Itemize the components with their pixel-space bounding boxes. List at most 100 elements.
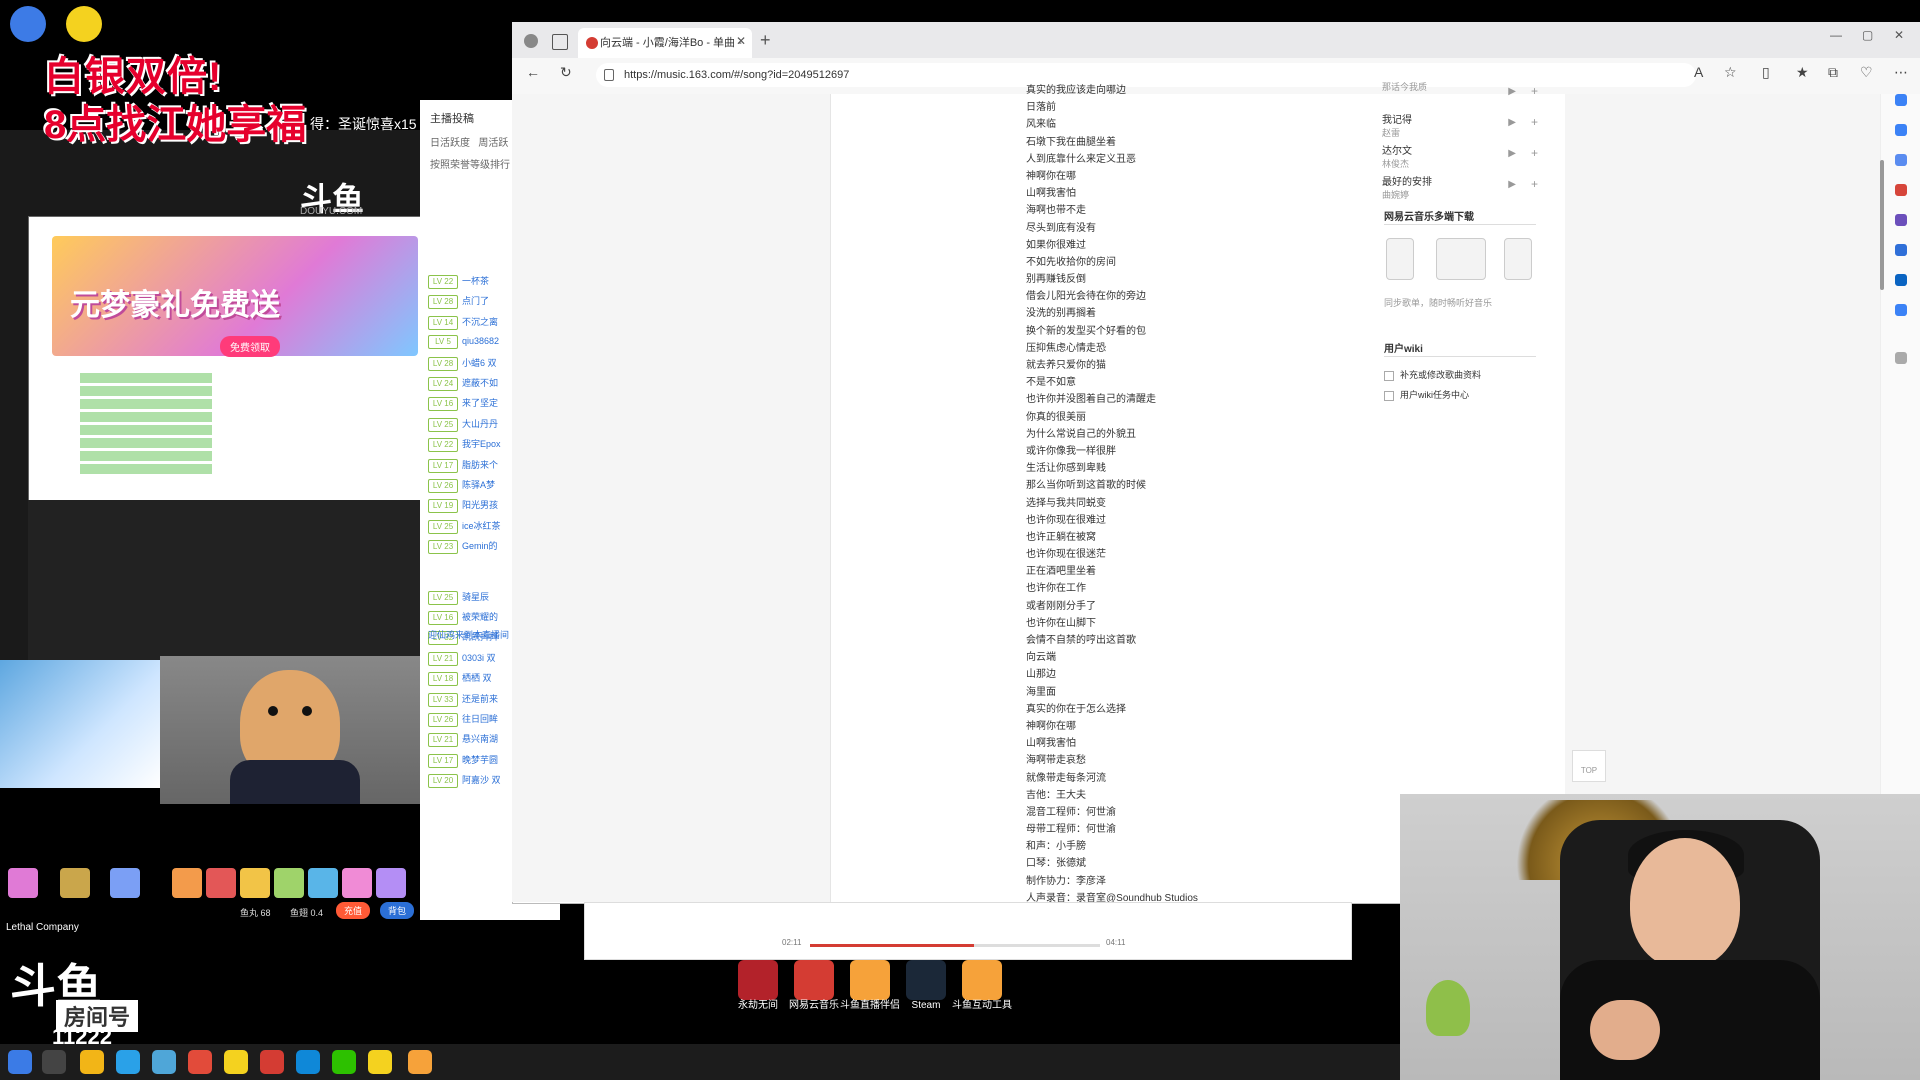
chat-username[interactable]: 脂肪来个 [462, 460, 498, 470]
taskbar-app-icon[interactable] [152, 1050, 176, 1074]
chat-username[interactable]: 遮蔽不如 [462, 378, 498, 388]
play-icon[interactable]: ▶ [1508, 179, 1516, 190]
play-icon[interactable]: ▶ [1508, 117, 1516, 128]
desktop-shortcut-icon[interactable] [906, 960, 946, 1000]
collections-icon[interactable]: ⧉ [1828, 64, 1838, 81]
bell-icon[interactable] [1895, 94, 1907, 106]
chat-username[interactable]: 不沉之离 [462, 317, 498, 327]
gift-icon[interactable] [172, 868, 202, 898]
similar-song-item[interactable]: 达尔文 林俊杰 ▶ + [1382, 142, 1538, 173]
desktop-shortcut-label[interactable]: 斗鱼互动工具 [949, 1000, 1015, 1012]
chat-username[interactable]: 往日回眸 [462, 714, 498, 724]
new-tab-icon[interactable]: + [760, 30, 771, 51]
add-icon[interactable]: + [1531, 115, 1538, 129]
wiki-task-center[interactable]: 用户wiki任务中心 [1384, 388, 1469, 401]
obs-icon[interactable] [224, 1050, 248, 1074]
chat-username[interactable]: 悬兴南湖 [462, 734, 498, 744]
chat-username[interactable]: 小蜡6 双 [462, 358, 497, 368]
chat-username[interactable]: 来了坚定 [462, 398, 498, 408]
backpack-button[interactable]: 背包 [380, 902, 415, 919]
tab-actions-icon[interactable] [552, 34, 568, 50]
wiki-edit-song[interactable]: 补充或修改歌曲资料 [1384, 368, 1481, 381]
add-icon[interactable]: + [1531, 177, 1538, 191]
wechat-icon[interactable] [332, 1050, 356, 1074]
add-sidebar-icon[interactable] [1895, 352, 1907, 364]
chat-username[interactable]: 还是前来 [462, 694, 498, 704]
tab-weekly[interactable]: 周活跃 [478, 138, 508, 149]
gift-icon[interactable] [376, 868, 406, 898]
windows-icon[interactable] [1436, 238, 1486, 280]
back-icon[interactable]: ← [526, 64, 540, 80]
browser-essentials-icon[interactable]: ♡ [1860, 64, 1873, 81]
browser-tab[interactable]: 向云端 - 小霞/海洋Bo - 单曲 - 网易云 [578, 28, 752, 79]
desktop-shortcut-icon[interactable] [738, 960, 778, 1000]
douyu-taskbar-icon[interactable] [408, 1050, 432, 1074]
office-icon[interactable] [1895, 244, 1907, 256]
edge-icon[interactable] [296, 1050, 320, 1074]
android-icon[interactable] [1504, 238, 1532, 280]
back-to-top-button[interactable]: TOP [1572, 750, 1606, 782]
ad-banner-button[interactable]: 免费领取 [220, 336, 280, 357]
chat-header[interactable]: 主播投稿 [430, 110, 474, 126]
chat-username[interactable]: 阳光男孩 [462, 500, 498, 510]
refresh-icon[interactable]: ↻ [560, 64, 572, 81]
tab-daily[interactable]: 日活跃度 [430, 138, 470, 149]
chrome-icon[interactable] [80, 1050, 104, 1074]
close-window-icon[interactable]: ✕ [1894, 28, 1904, 42]
gift-icon[interactable] [60, 868, 90, 898]
gift-icon[interactable] [274, 868, 304, 898]
gift-icon[interactable] [342, 868, 372, 898]
chat-username[interactable]: 大山丹丹 [462, 419, 498, 429]
chat-username[interactable]: 0303i 双 [462, 653, 496, 663]
person-icon[interactable] [1895, 214, 1907, 226]
taskbar-search-icon[interactable] [42, 1050, 66, 1074]
gift-icon[interactable] [308, 868, 338, 898]
chat-username[interactable]: 晚梦芋圆 [462, 755, 498, 765]
add-icon[interactable]: + [1531, 84, 1538, 98]
netease-music-icon[interactable] [260, 1050, 284, 1074]
similar-song-item[interactable]: 最好的安排 曲婉婷 ▶ + [1382, 173, 1538, 204]
toolbox-icon[interactable] [1895, 184, 1907, 196]
chat-username[interactable]: Gemin的 [462, 541, 498, 551]
minimize-icon[interactable]: — [1830, 28, 1842, 42]
page-scrollbar[interactable] [1880, 160, 1884, 290]
gift-icon[interactable] [206, 868, 236, 898]
play-icon[interactable]: ▶ [1508, 148, 1516, 159]
profile-icon[interactable] [524, 34, 538, 48]
send-icon[interactable] [1895, 304, 1907, 316]
taskbar-app-icon[interactable] [116, 1050, 140, 1074]
apple-icon[interactable] [1386, 238, 1414, 280]
windows-start-icon[interactable] [8, 1050, 32, 1074]
maximize-icon[interactable]: ▢ [1862, 28, 1873, 42]
desktop-shortcut-icon[interactable] [850, 960, 890, 1000]
chat-username[interactable]: ice冰红茶 [462, 521, 501, 531]
split-screen-icon[interactable]: ▯ [1762, 64, 1770, 81]
tab-close-icon[interactable]: ✕ [736, 34, 746, 48]
chat-username[interactable]: 骑星辰 [462, 592, 489, 602]
chat-username[interactable]: 点门了 [462, 296, 489, 306]
more-menu-icon[interactable]: ⋯ [1894, 64, 1908, 81]
taskbar-app-icon[interactable] [368, 1050, 392, 1074]
outlook-icon[interactable] [1895, 274, 1907, 286]
taskbar-app-icon[interactable] [188, 1050, 212, 1074]
read-aloud-icon[interactable]: A [1694, 64, 1703, 80]
favorite-star-icon[interactable]: ☆ [1724, 64, 1737, 81]
chat-username[interactable]: 被荣耀的 [462, 612, 498, 622]
chat-username[interactable]: 一杯茶 [462, 276, 489, 286]
favorites-icon[interactable]: ★ [1796, 64, 1809, 81]
tag-icon[interactable] [1895, 154, 1907, 166]
similar-song-item[interactable]: 那话今我质 ▶ + [1382, 80, 1538, 111]
gift-icon[interactable] [240, 868, 270, 898]
chat-username[interactable]: qiu38682 [462, 336, 499, 346]
desktop-shortcut-icon[interactable] [794, 960, 834, 1000]
recharge-button[interactable]: 充值 [336, 902, 371, 919]
search-icon[interactable] [1895, 124, 1907, 136]
chat-username[interactable]: 栖栖 双 [462, 673, 492, 683]
gift-icon[interactable] [110, 868, 140, 898]
chat-username[interactable]: 陈驿A梦 [462, 480, 495, 490]
similar-song-item[interactable]: 我记得 赵雷 ▶ + [1382, 111, 1538, 142]
chat-username[interactable]: 阿嘉沙 双 [462, 775, 501, 785]
gift-icon[interactable] [8, 868, 38, 898]
chat-username[interactable]: 我宇Epox [462, 439, 501, 449]
add-icon[interactable]: + [1531, 146, 1538, 160]
